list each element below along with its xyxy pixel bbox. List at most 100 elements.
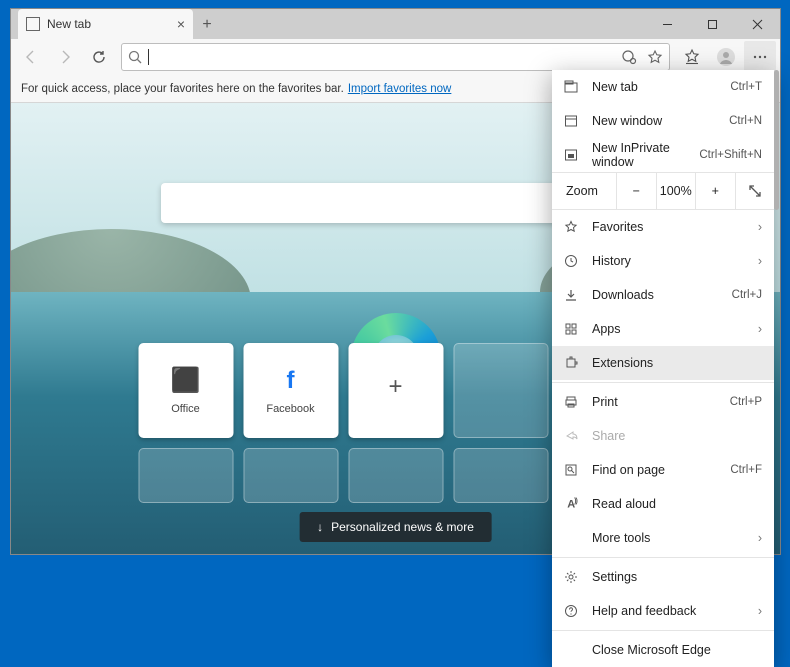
titlebar: New tab × + [11,9,780,39]
star-icon [564,220,580,234]
history-icon [564,254,580,268]
menu-shortcut: Ctrl+J [732,289,762,301]
menu-label: New tab [592,80,718,94]
zoom-value: 100% [656,173,696,209]
menu-read-aloud[interactable]: A)) Read aloud [552,487,774,521]
tile-placeholder [138,448,233,503]
menu-shortcut: Ctrl+P [730,396,762,408]
zoom-out-button[interactable]: − [616,173,656,209]
tile-office[interactable]: ⬛ Office [138,343,233,438]
office-icon: ⬛ [171,366,201,395]
close-window-button[interactable] [735,9,780,39]
menu-shortcut: Ctrl+F [730,464,762,476]
tile-add[interactable]: + [348,343,443,438]
tile-placeholder [453,343,548,438]
menu-new-tab[interactable]: New tab Ctrl+T [552,70,774,104]
profile-button[interactable] [710,41,742,73]
news-label: Personalized news & more [331,520,474,534]
search-icon [128,50,142,64]
menu-inprivate[interactable]: New InPrivate window Ctrl+Shift+N [552,138,774,172]
personalized-news-button[interactable]: ↓ Personalized news & more [299,512,492,542]
refresh-button[interactable] [83,41,115,73]
menu-separator [552,382,774,383]
settings-menu-button[interactable] [744,41,776,73]
window-controls [645,9,780,39]
inprivate-icon [564,148,580,162]
menu-label: Apps [592,322,746,336]
menu-history[interactable]: History › [552,244,774,278]
menu-shortcut: Ctrl+T [730,81,762,93]
help-icon [564,604,580,618]
menu-label: History [592,254,746,268]
menu-separator [552,630,774,631]
menu-favorites[interactable]: Favorites › [552,210,774,244]
minimize-button[interactable] [645,9,690,39]
menu-label: More tools [592,531,746,545]
chevron-right-icon: › [758,604,762,618]
read-aloud-icon: A)) [564,498,580,511]
forward-button[interactable] [49,41,81,73]
chevron-right-icon: › [758,531,762,545]
menu-label: New InPrivate window [592,141,687,169]
tile-placeholder [348,448,443,503]
menu-share: Share [552,419,774,453]
print-icon [564,395,580,409]
favorites-bar-text: For quick access, place your favorites h… [21,83,344,95]
apps-icon [564,322,580,336]
tile-placeholder [243,448,338,503]
menu-label: Share [592,429,762,443]
menu-extensions[interactable]: Extensions [552,346,774,380]
menu-label: Close Microsoft Edge [592,643,762,657]
tile-label: Office [171,403,200,415]
menu-apps[interactable]: Apps › [552,312,774,346]
tab-active[interactable]: New tab × [18,9,193,39]
menu-print[interactable]: Print Ctrl+P [552,385,774,419]
extensions-icon [564,356,580,370]
tab-title: New tab [47,17,91,31]
menu-settings[interactable]: Settings [552,560,774,594]
menu-shortcut: Ctrl+N [729,115,762,127]
menu-new-window[interactable]: New window Ctrl+N [552,104,774,138]
back-button[interactable] [15,41,47,73]
new-tab-button[interactable]: + [193,11,221,39]
zoom-label: Zoom [552,184,616,198]
menu-label: Settings [592,570,762,584]
menu-label: Help and feedback [592,604,746,618]
menu-label: Read aloud [592,497,762,511]
share-icon [564,429,580,443]
menu-shortcut: Ctrl+Shift+N [699,149,762,161]
menu-zoom: Zoom − 100% + [552,172,774,210]
menu-label: New window [592,114,717,128]
maximize-button[interactable] [690,9,735,39]
tile-placeholder [453,448,548,503]
menu-label: Downloads [592,288,720,302]
new-window-icon [564,114,580,128]
fullscreen-button[interactable] [735,173,775,209]
menu-more-tools[interactable]: More tools › [552,521,774,555]
facebook-icon: f [287,367,295,395]
text-cursor [148,49,149,65]
chevron-right-icon: › [758,254,762,268]
address-bar[interactable] [121,43,670,71]
menu-downloads[interactable]: Downloads Ctrl+J [552,278,774,312]
gear-icon [564,570,580,584]
tab-close-icon[interactable]: × [177,16,185,32]
zoom-in-button[interactable]: + [695,173,735,209]
import-favorites-link[interactable]: Import favorites now [348,83,452,95]
chevron-right-icon: › [758,322,762,336]
menu-help[interactable]: Help and feedback › [552,594,774,628]
add-favorite-icon[interactable] [647,49,663,65]
favorites-button[interactable] [676,41,708,73]
tile-facebook[interactable]: f Facebook [243,343,338,438]
menu-find[interactable]: Find on page Ctrl+F [552,453,774,487]
menu-scrollbar[interactable] [774,70,779,210]
download-icon [564,288,580,302]
menu-label: Extensions [592,356,762,370]
tab-favicon [26,17,40,31]
tracking-prevention-icon[interactable] [621,49,637,65]
menu-close-edge[interactable]: Close Microsoft Edge [552,633,774,667]
download-icon: ↓ [317,520,323,534]
find-icon [564,463,580,477]
plus-icon: + [388,373,402,401]
chevron-right-icon: › [758,220,762,234]
